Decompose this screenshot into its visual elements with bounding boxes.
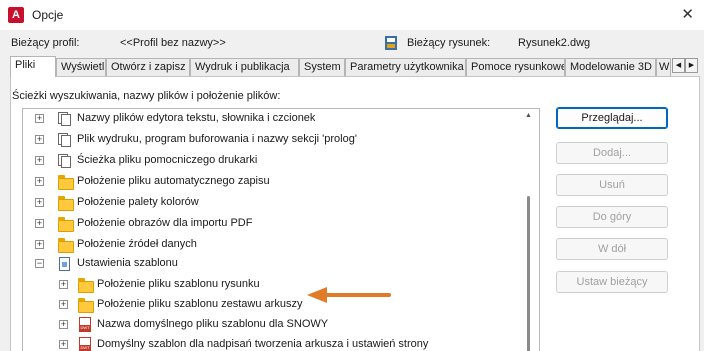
expand-icon[interactable]: + bbox=[59, 280, 68, 289]
tree-row-label: Położenie pliku szablonu zestawu arkuszy bbox=[97, 298, 303, 310]
tree-row-label: Położenie obrazów dla importu PDF bbox=[77, 217, 253, 229]
tree-row-label: Nazwa domyślnego pliku szablonu dla SNOW… bbox=[97, 318, 329, 330]
tree-row-label: Ścieżka pliku pomocniczego drukarki bbox=[77, 154, 258, 166]
close-icon[interactable]: ✕ bbox=[681, 5, 694, 23]
set-current-button[interactable]: Ustaw bieżący bbox=[556, 271, 668, 293]
doc-stack-icon bbox=[57, 153, 73, 168]
folder-icon bbox=[77, 297, 94, 313]
tab-wydruk-i-publikacja[interactable]: Wydruk i publikacja bbox=[190, 58, 299, 76]
folder-icon bbox=[77, 277, 94, 293]
expand-icon[interactable]: + bbox=[35, 177, 44, 186]
expand-icon[interactable]: + bbox=[35, 156, 44, 165]
current-drawing-label: Bieżący rysunek: bbox=[407, 37, 491, 49]
folder-icon bbox=[57, 237, 74, 253]
current-drawing-value: Rysunek2.dwg bbox=[518, 37, 591, 49]
tree-row-label: Domyślny szablon dla nadpisań tworzenia … bbox=[97, 338, 429, 350]
tree-row[interactable]: + Położenie pliku szablonu rysunku bbox=[23, 275, 523, 295]
tree-row-label: Nazwy plików edytora tekstu, słownika i … bbox=[77, 112, 316, 124]
tree-row[interactable]: + Położenie palety kolorów bbox=[23, 193, 523, 213]
expand-icon[interactable]: + bbox=[35, 219, 44, 228]
tree-row[interactable]: + Nazwa domyślnego pliku szablonu dla SN… bbox=[23, 315, 523, 335]
tab-strip: Pliki Wyświetl Otwórz i zapisz Wydruk i … bbox=[10, 56, 700, 77]
browse-button[interactable]: Przeglądaj... bbox=[556, 107, 668, 129]
scroll-up-icon[interactable]: ▲ bbox=[525, 112, 532, 119]
current-profile-value: <<Profil bez nazwy>> bbox=[120, 37, 226, 49]
tree-row-label: Ustawienia szablonu bbox=[77, 257, 178, 269]
tab-otworz-i-zapisz[interactable]: Otwórz i zapisz bbox=[106, 58, 190, 76]
tree-row[interactable]: + Ścieżka pliku pomocniczego drukarki bbox=[23, 151, 523, 171]
panel-label: Ścieżki wyszukiwania, nazwy plików i poł… bbox=[12, 90, 281, 102]
add-button[interactable]: Dodaj... bbox=[556, 142, 668, 164]
dwt-file-icon bbox=[77, 337, 93, 351]
move-down-button[interactable]: W dół bbox=[556, 238, 668, 260]
move-up-button[interactable]: Do góry bbox=[556, 206, 668, 228]
expand-icon[interactable]: + bbox=[59, 320, 68, 329]
doc-stack-icon bbox=[57, 111, 73, 126]
tree-row-label: Położenie palety kolorów bbox=[77, 196, 199, 208]
doc-stack-icon bbox=[57, 132, 73, 147]
tree-row[interactable]: + Położenie pliku szablonu zestawu arkus… bbox=[23, 295, 523, 315]
search-paths-tree[interactable]: + Nazwy plików edytora tekstu, słownika … bbox=[22, 108, 540, 351]
callout-arrow-icon bbox=[307, 287, 391, 303]
collapse-icon[interactable]: − bbox=[35, 259, 44, 268]
tree-row[interactable]: + Plik wydruku, program buforowania i na… bbox=[23, 130, 523, 150]
expand-icon[interactable]: + bbox=[35, 198, 44, 207]
tree-row[interactable]: − Ustawienia szablonu bbox=[23, 254, 523, 274]
window-title: Opcje bbox=[32, 8, 64, 22]
drawing-file-icon bbox=[383, 35, 399, 51]
tree-row[interactable]: + Położenie pliku automatycznego zapisu bbox=[23, 172, 523, 192]
expand-icon[interactable]: + bbox=[59, 340, 68, 349]
tab-scroll-left-icon[interactable]: ◀ bbox=[672, 58, 685, 73]
tab-system[interactable]: System bbox=[299, 58, 345, 76]
tab-overflow[interactable]: W bbox=[656, 58, 671, 76]
scrollbar-thumb[interactable] bbox=[527, 196, 530, 351]
tree-row-label: Położenie pliku automatycznego zapisu bbox=[77, 175, 270, 187]
tree-row-label: Położenie pliku szablonu rysunku bbox=[97, 278, 260, 290]
folder-icon bbox=[57, 195, 74, 211]
tab-wyswietl[interactable]: Wyświetl bbox=[56, 58, 106, 76]
title-bar: A Opcje ✕ bbox=[0, 0, 704, 30]
current-profile-label: Bieżący profil: bbox=[11, 37, 80, 49]
folder-icon bbox=[57, 216, 74, 232]
profile-row: Bieżący profil: <<Profil bez nazwy>> Bie… bbox=[0, 31, 704, 55]
tree-row[interactable]: + Położenie źródeł danych bbox=[23, 235, 523, 255]
expand-icon[interactable]: + bbox=[35, 135, 44, 144]
template-doc-icon bbox=[57, 256, 73, 271]
tree-row[interactable]: + Nazwy plików edytora tekstu, słownika … bbox=[23, 109, 523, 129]
tab-parametry-uzytkownika[interactable]: Parametry użytkownika bbox=[345, 58, 466, 76]
tree-scrollbar[interactable]: ▲ bbox=[525, 112, 533, 351]
tab-modelowanie-3d[interactable]: Modelowanie 3D bbox=[565, 58, 656, 76]
expand-icon[interactable]: + bbox=[59, 300, 68, 309]
tab-pomoce-rysunkowe[interactable]: Pomoce rysunkowe bbox=[466, 58, 565, 76]
tree-row[interactable]: + Położenie obrazów dla importu PDF bbox=[23, 214, 523, 234]
expand-icon[interactable]: + bbox=[35, 114, 44, 123]
tree-row-label: Położenie źródeł danych bbox=[77, 238, 197, 250]
tree-row[interactable]: + Domyślny szablon dla nadpisań tworzeni… bbox=[23, 335, 523, 351]
tab-scroll-right-icon[interactable]: ▶ bbox=[685, 58, 698, 73]
folder-icon bbox=[57, 174, 74, 190]
expand-icon[interactable]: + bbox=[35, 240, 44, 249]
tab-pliki[interactable]: Pliki bbox=[10, 56, 56, 77]
tree-row-label: Plik wydruku, program buforowania i nazw… bbox=[77, 133, 357, 145]
dwt-file-icon bbox=[77, 317, 93, 332]
remove-button[interactable]: Usuń bbox=[556, 174, 668, 196]
app-logo-icon: A bbox=[8, 7, 24, 23]
